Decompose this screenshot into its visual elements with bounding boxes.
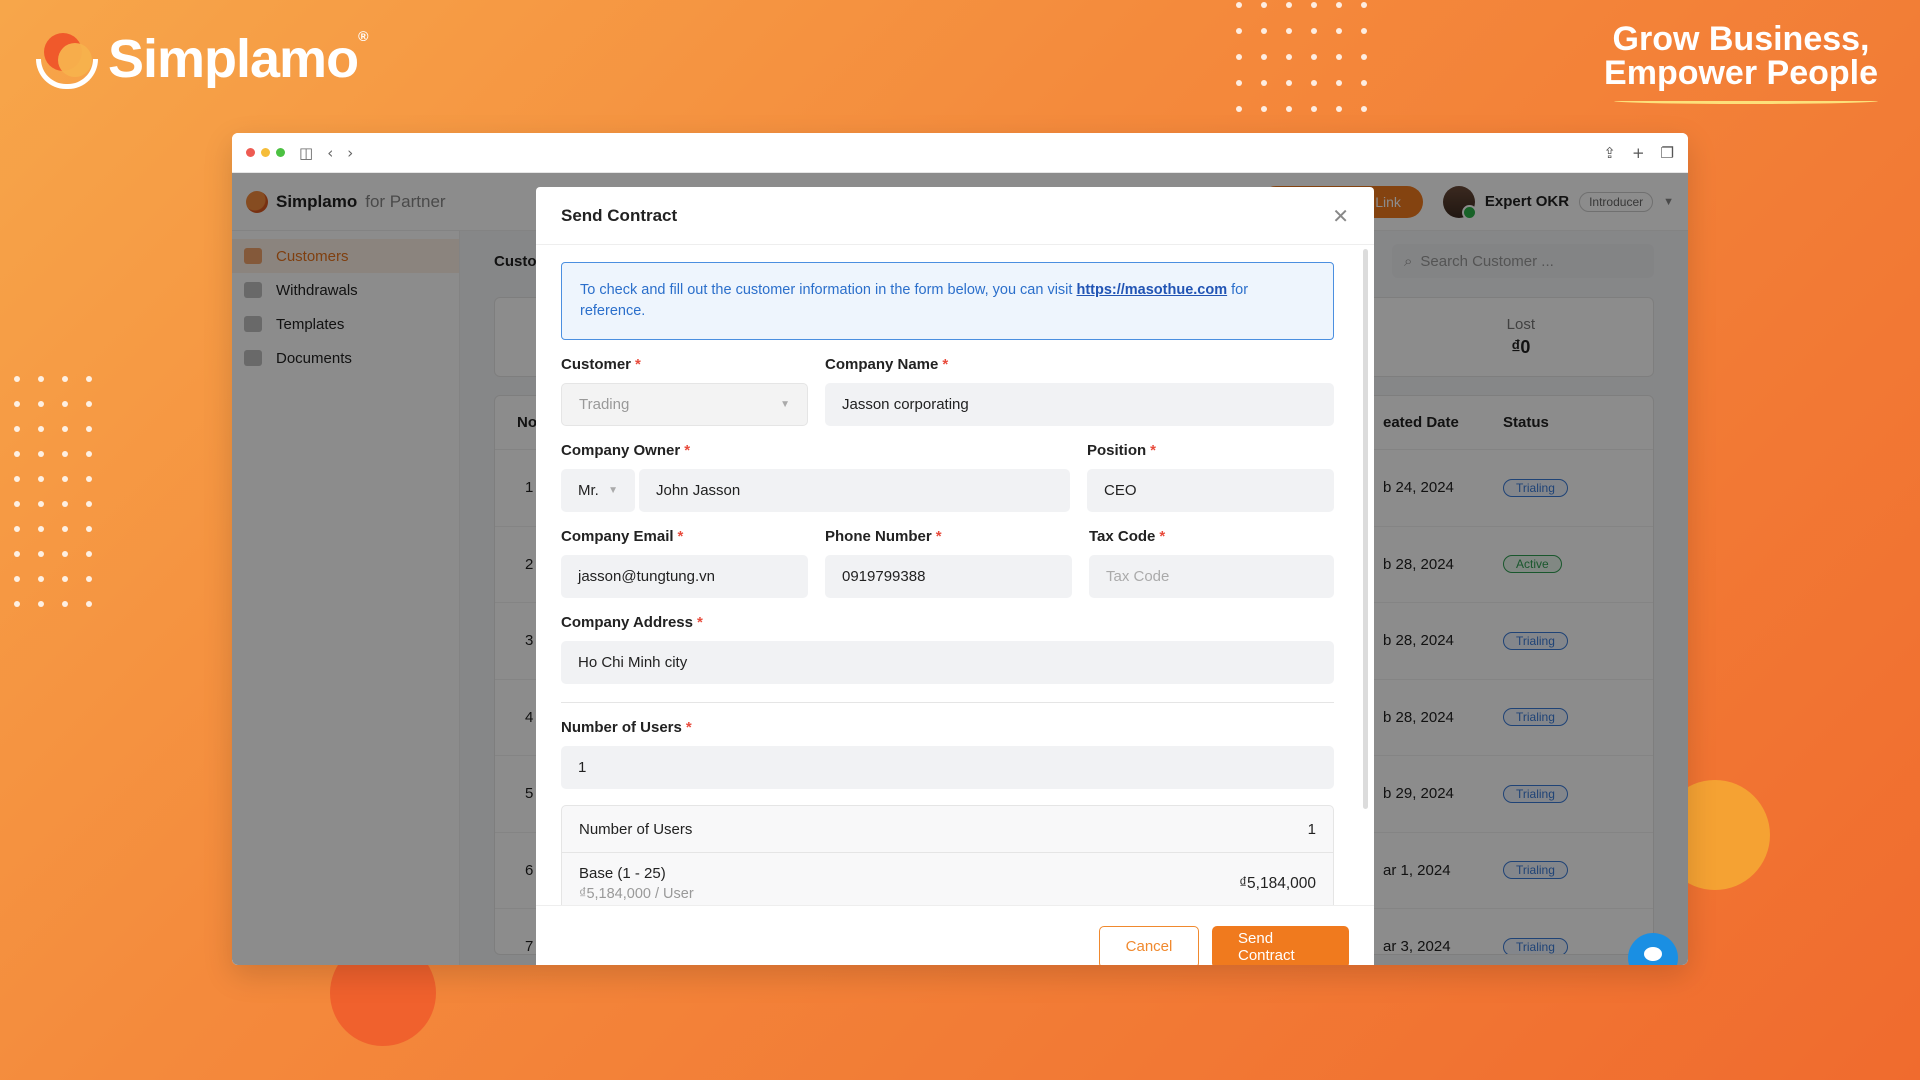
send-contract-button[interactable]: Send Contract [1212,925,1349,965]
position-field[interactable]: CEO [1087,469,1334,512]
info-notice: To check and fill out the customer infor… [561,262,1334,340]
salutation-select[interactable]: Mr. ▼ [561,469,635,512]
number-of-users-label: Number of Users * [561,719,692,736]
cancel-button[interactable]: Cancel [1099,925,1199,965]
maximize-window-dot[interactable] [276,148,285,157]
company-address-label: Company Address * [561,614,703,631]
sidebar-toggle-icon[interactable]: ◫ [299,144,313,162]
browser-window: ◫ ‹ › ⇪ + ❐ Simplamo for Partner Send Co… [232,133,1688,965]
tagline: Grow Business, Empower People [1604,22,1878,104]
divider [561,702,1334,703]
modal-header: Send Contract ✕ [536,187,1374,245]
salutation-value: Mr. [578,482,599,499]
tabs-overview-icon[interactable]: ❐ [1661,144,1674,162]
back-icon[interactable]: ‹ [327,144,333,162]
tax-code-field[interactable]: Tax Code [1089,555,1334,598]
window-controls [246,148,285,157]
plan-total: ₫5,184,000 [1239,874,1316,892]
chevron-down-icon: ▼ [608,485,618,496]
plan-name: Base (1 - 25) [579,865,666,882]
number-of-users-field[interactable]: 1 [561,746,1334,789]
modal-footer: Cancel Send Contract [536,905,1374,965]
partner-app: Simplamo for Partner Send Contract Link … [232,173,1688,965]
summary-users-label: Number of Users [579,820,693,838]
notice-text: To check and fill out the customer infor… [580,282,1077,298]
company-email-field[interactable]: jasson@tungtung.vn [561,555,808,598]
company-owner-field[interactable]: John Jasson [639,469,1070,512]
company-name-label: Company Name * [825,356,949,373]
brand-logo: Simplamo® [36,28,368,90]
decorative-dots [1236,2,1367,112]
tax-code-label: Tax Code * [1089,528,1166,545]
company-name-field[interactable]: Jasson corporating [825,383,1334,426]
modal-body[interactable]: To check and fill out the customer infor… [536,246,1374,905]
customer-label: Customer * [561,356,641,373]
decorative-dots [14,376,92,607]
tagline-line-2: Empower People [1604,54,1878,92]
close-icon[interactable]: ✕ [1332,204,1349,228]
position-label: Position * [1087,442,1157,459]
close-window-dot[interactable] [246,148,255,157]
pricing-summary: Number of Users 1 Base (1 - 25) ₫5,184,0… [561,805,1334,905]
tagline-underline [1614,98,1878,104]
summary-users-value: 1 [1307,820,1316,838]
plan-unit-price: ₫5,184,000 / User [579,886,694,902]
browser-titlebar: ◫ ‹ › ⇪ + ❐ [232,133,1688,173]
customer-select[interactable]: Trading ▼ [561,383,808,426]
phone-number-field[interactable]: 0919799388 [825,555,1072,598]
minimize-window-dot[interactable] [261,148,270,157]
forward-icon[interactable]: › [347,144,353,162]
brand-name: Simplamo® [108,28,368,89]
share-icon[interactable]: ⇪ [1603,144,1616,162]
simplamo-logo-icon [36,29,98,89]
chevron-down-icon: ▼ [780,399,790,410]
scrollbar[interactable] [1363,249,1368,809]
customer-select-value: Trading [579,396,630,413]
company-address-field[interactable]: Ho Chi Minh city [561,641,1334,684]
phone-number-label: Phone Number * [825,528,942,545]
company-owner-label: Company Owner * [561,442,691,459]
send-contract-modal: Send Contract ✕ To check and fill out th… [536,187,1374,965]
modal-title: Send Contract [561,205,678,225]
tagline-line-1: Grow Business, [1612,20,1870,58]
company-email-label: Company Email * [561,528,684,545]
masothue-link[interactable]: https://masothue.com [1076,282,1227,298]
new-tab-icon[interactable]: + [1632,144,1645,162]
